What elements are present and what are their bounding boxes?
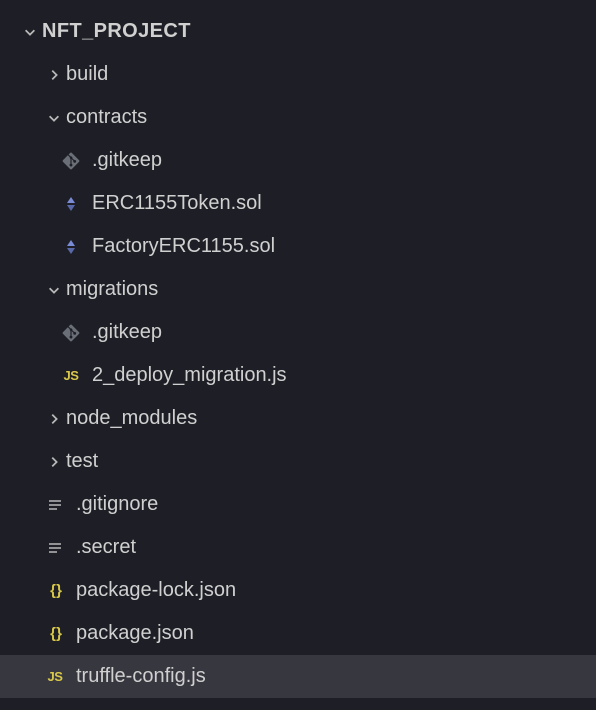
file-label: ERC1155Token.sol	[92, 192, 262, 215]
project-name-label: NFT_PROJECT	[42, 20, 191, 43]
text-lines-icon	[42, 492, 68, 518]
json-icon: { }	[42, 578, 68, 604]
folder-label: test	[66, 450, 98, 473]
folder-node-modules[interactable]: node_modules	[0, 397, 596, 440]
git-icon	[58, 148, 84, 174]
file-factory-sol[interactable]: FactoryERC1155.sol	[0, 225, 596, 268]
chevron-down-icon	[42, 283, 66, 297]
folder-label: contracts	[66, 106, 147, 129]
file-label: .gitkeep	[92, 321, 162, 344]
file-label: package-lock.json	[76, 579, 236, 602]
file-label: 2_deploy_migration.js	[92, 364, 287, 387]
chevron-right-icon	[42, 455, 66, 469]
chevron-down-icon	[42, 111, 66, 125]
js-icon: JS	[42, 664, 68, 690]
file-package-json[interactable]: { } package.json	[0, 612, 596, 655]
file-gitkeep[interactable]: .gitkeep	[0, 139, 596, 182]
file-truffle-config-js[interactable]: JS truffle-config.js	[0, 655, 596, 698]
folder-migrations[interactable]: migrations	[0, 268, 596, 311]
file-package-lock-json[interactable]: { } package-lock.json	[0, 569, 596, 612]
file-gitkeep[interactable]: .gitkeep	[0, 311, 596, 354]
git-icon	[58, 320, 84, 346]
solidity-icon	[58, 234, 84, 260]
file-label: FactoryERC1155.sol	[92, 235, 275, 258]
folder-label: migrations	[66, 278, 158, 301]
chevron-right-icon	[42, 68, 66, 82]
file-label: truffle-config.js	[76, 665, 206, 688]
chevron-right-icon	[42, 412, 66, 426]
folder-label: build	[66, 63, 108, 86]
file-label: .secret	[76, 536, 136, 559]
solidity-icon	[58, 191, 84, 217]
text-lines-icon	[42, 535, 68, 561]
folder-label: node_modules	[66, 407, 197, 430]
project-root[interactable]: NFT_PROJECT	[0, 10, 596, 53]
folder-contracts[interactable]: contracts	[0, 96, 596, 139]
file-label: package.json	[76, 622, 194, 645]
json-icon: { }	[42, 621, 68, 647]
file-gitignore[interactable]: .gitignore	[0, 483, 596, 526]
file-label: .gitignore	[76, 493, 158, 516]
file-label: .gitkeep	[92, 149, 162, 172]
file-secret[interactable]: .secret	[0, 526, 596, 569]
chevron-down-icon	[18, 25, 42, 39]
folder-build[interactable]: build	[0, 53, 596, 96]
file-explorer: NFT_PROJECT build contracts .gitkeep ERC…	[0, 0, 596, 698]
file-deploy-migration-js[interactable]: JS 2_deploy_migration.js	[0, 354, 596, 397]
folder-test[interactable]: test	[0, 440, 596, 483]
js-icon: JS	[58, 363, 84, 389]
file-erc1155-sol[interactable]: ERC1155Token.sol	[0, 182, 596, 225]
